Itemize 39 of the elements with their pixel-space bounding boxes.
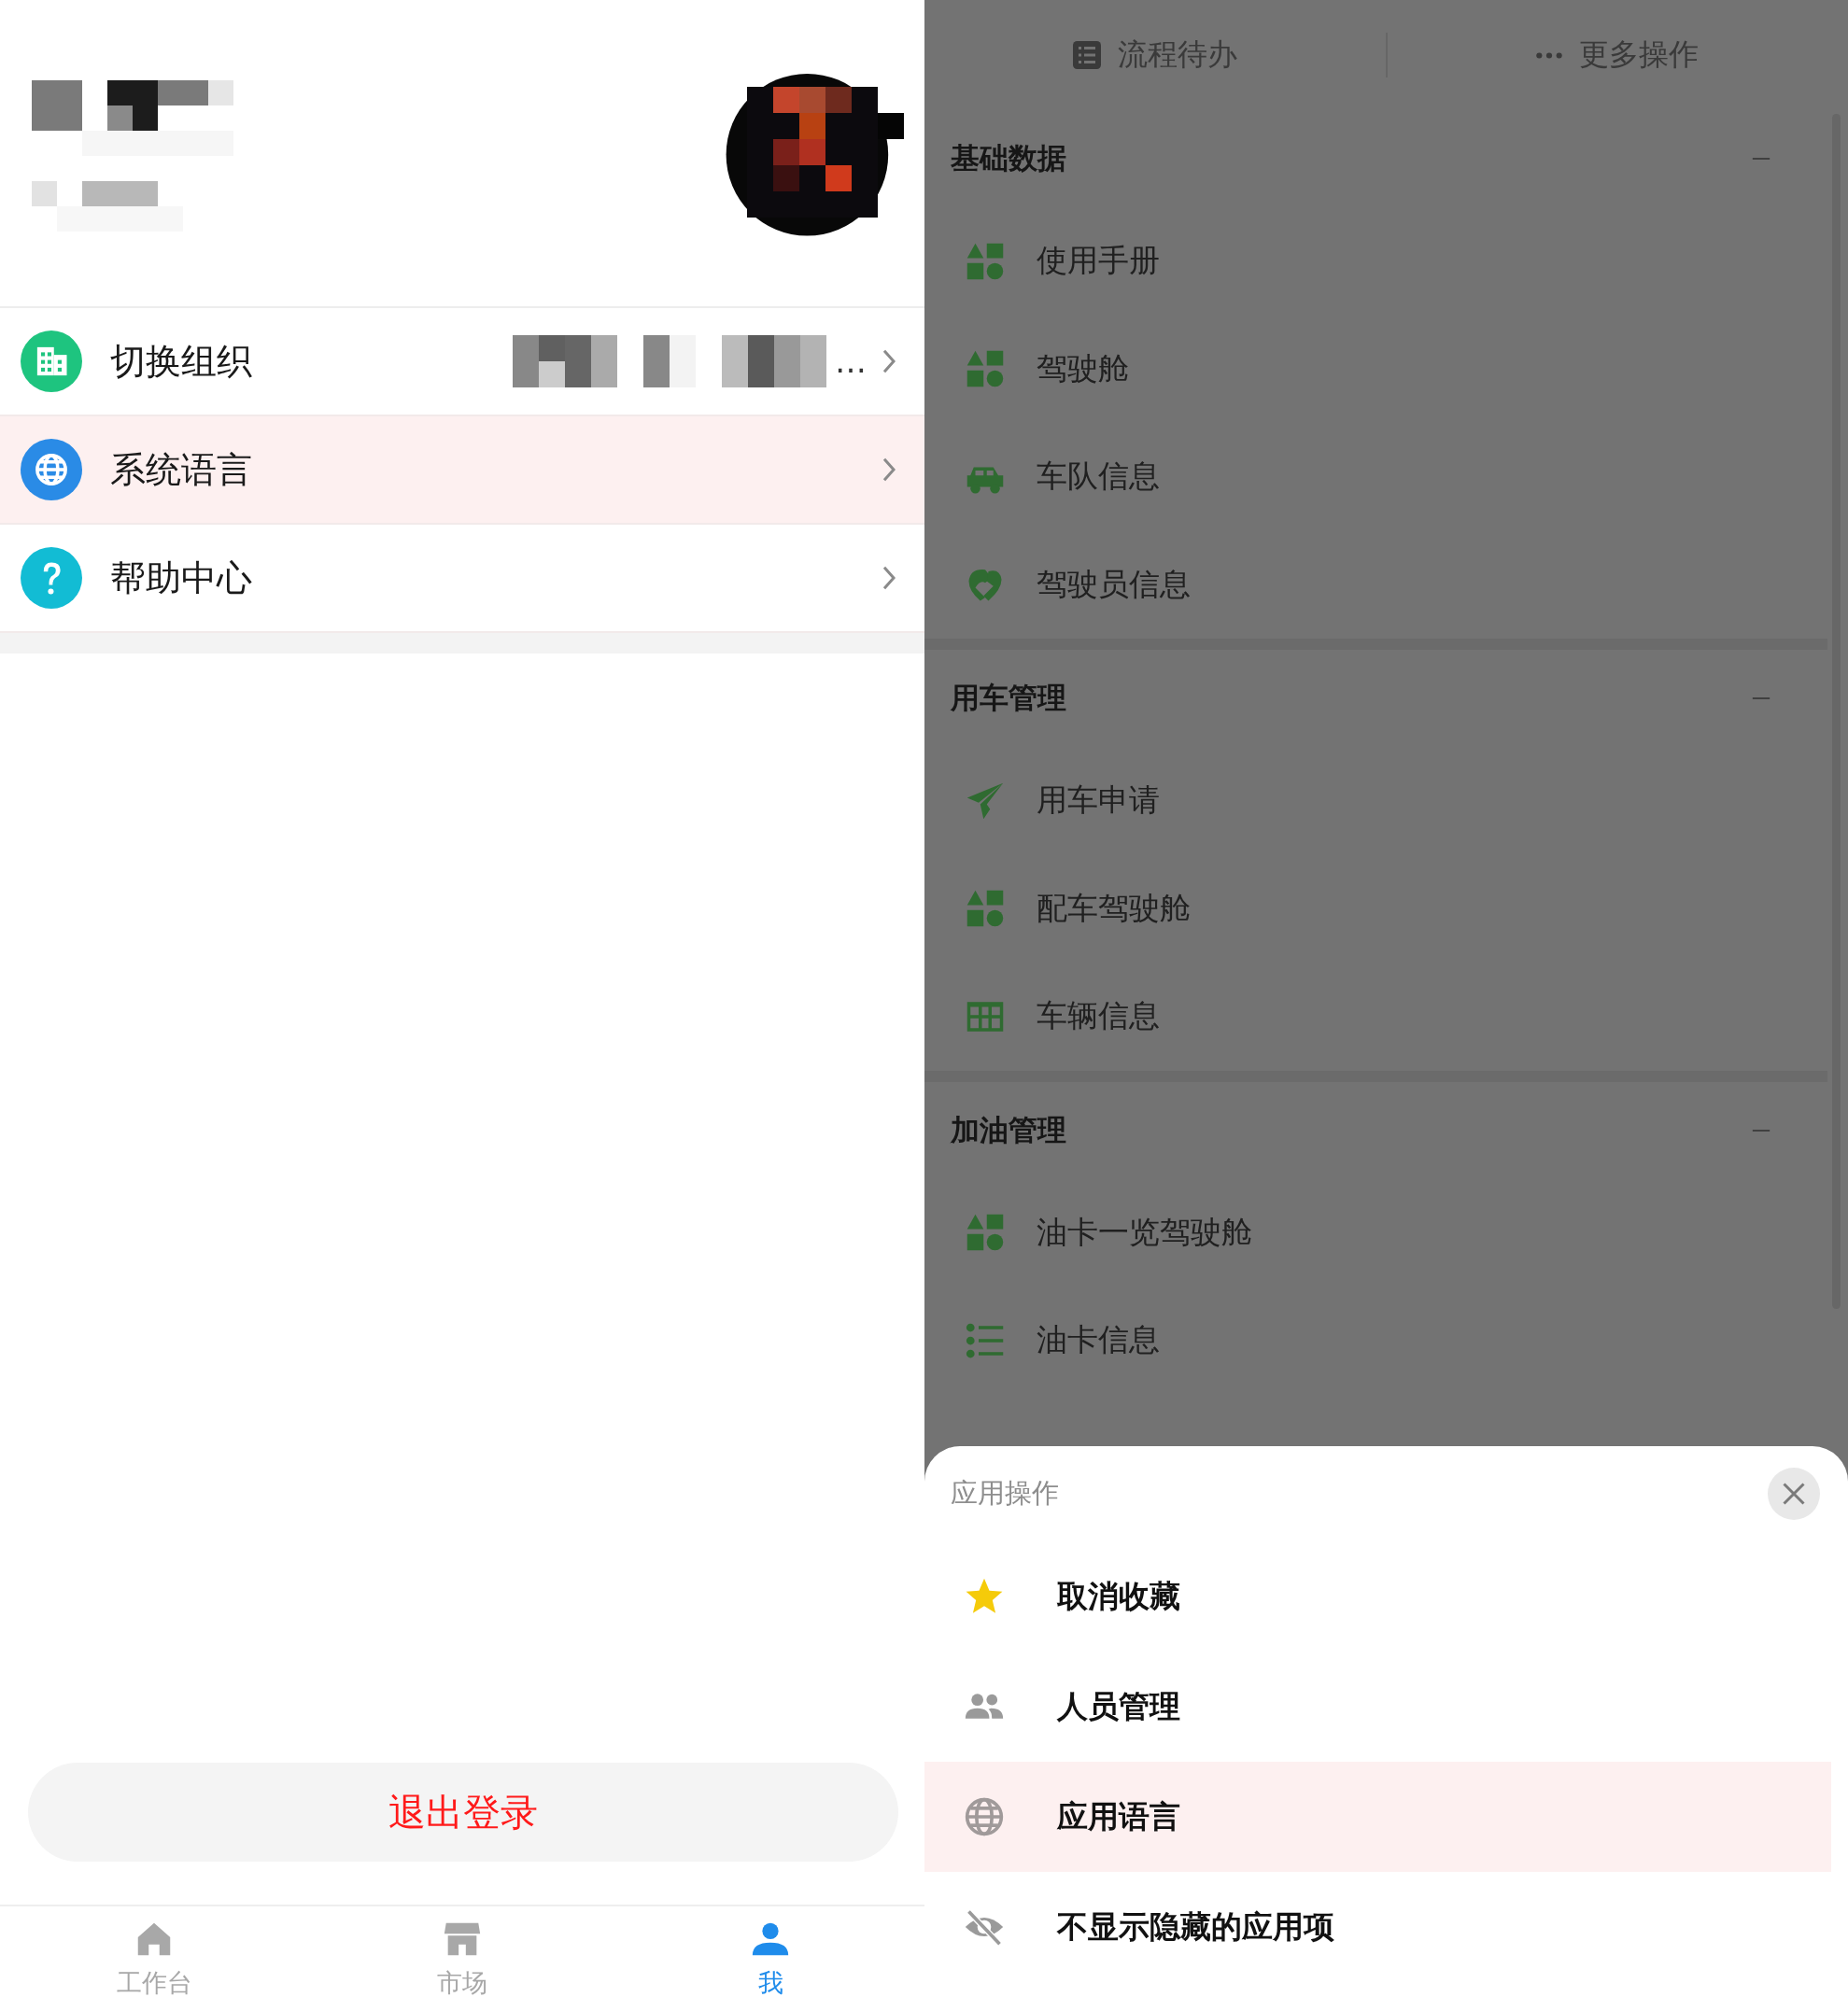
- app-item[interactable]: 油卡一览驾驶舱: [924, 1178, 1827, 1287]
- settings-value: …: [835, 343, 867, 380]
- logout-button[interactable]: 退出登录: [28, 1763, 898, 1862]
- globe-icon: [964, 1796, 1005, 1837]
- settings-label: 系统语言: [110, 447, 252, 492]
- action-item[interactable]: 不显示隐藏的应用项: [924, 1872, 1831, 1982]
- section-title: 用车管理: [951, 680, 1066, 716]
- settings-row[interactable]: 系统语言: [0, 416, 924, 525]
- shapes-icon: [966, 241, 1005, 281]
- app-item[interactable]: 用车申请: [924, 747, 1827, 855]
- tab-bar-item[interactable]: 市场: [308, 1906, 616, 2011]
- tab-bar-item[interactable]: 工作台: [0, 1906, 308, 2011]
- action-item[interactable]: 人员管理: [924, 1652, 1831, 1762]
- app-item[interactable]: 使用手册: [924, 207, 1827, 316]
- sheet-title: 应用操作: [951, 1476, 1059, 1511]
- shapes-icon: [966, 889, 1005, 929]
- settings-label: 帮助中心: [110, 555, 252, 600]
- app-item[interactable]: 驾驶员信息: [924, 530, 1827, 639]
- paper-plane-icon: [966, 780, 1005, 821]
- toolbar-button[interactable]: 更多操作: [1387, 35, 1848, 76]
- tab-bar-item[interactable]: 我: [616, 1906, 924, 2011]
- list-icon: [1072, 41, 1101, 69]
- toolbar-button[interactable]: 流程待办: [924, 35, 1386, 76]
- more-icon: [1536, 51, 1563, 59]
- section-title: 基础数据: [951, 140, 1066, 176]
- app-item[interactable]: 驾驶舱: [924, 315, 1827, 423]
- action-item[interactable]: 取消收藏: [924, 1541, 1831, 1652]
- settings-row[interactable]: 切换组织 …: [0, 308, 924, 416]
- shapes-icon: [966, 349, 1005, 389]
- shapes-icon: [966, 1213, 1005, 1253]
- settings-label: 切换组织: [110, 339, 252, 384]
- app-item[interactable]: 配车驾驶舱: [924, 854, 1827, 963]
- app-item[interactable]: 油卡信息: [924, 1287, 1827, 1395]
- app-item[interactable]: 车队信息: [924, 423, 1827, 531]
- action-item[interactable]: 应用语言: [924, 1762, 1831, 1872]
- close-button[interactable]: [1768, 1468, 1820, 1520]
- app-item[interactable]: 车辆信息: [924, 963, 1827, 1071]
- section-title: 加油管理: [951, 1111, 1066, 1148]
- close-icon: [1783, 1483, 1805, 1505]
